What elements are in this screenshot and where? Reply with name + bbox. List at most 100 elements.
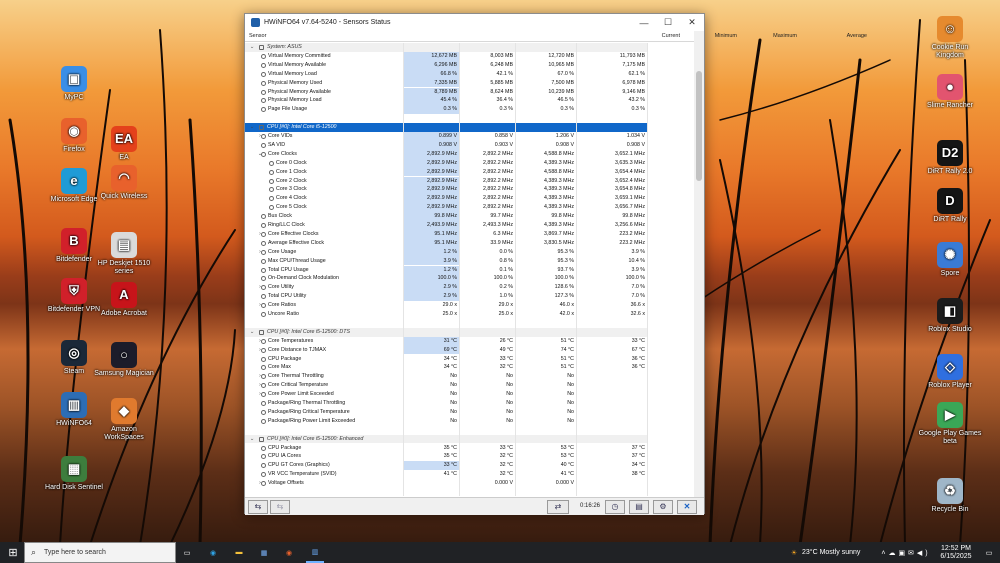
- sensor-gauge-icon: [261, 231, 266, 237]
- spacer-row: [245, 426, 647, 435]
- task-view-icon[interactable]: ▭: [180, 542, 194, 563]
- desktop-icon-label: DiRT Rally: [933, 216, 967, 223]
- maximize-button[interactable]: ☐: [656, 14, 680, 31]
- maximum-value: No: [567, 417, 574, 424]
- maximum-value: 4,389.3 MHz: [543, 159, 574, 166]
- desktop-icon-recycle-bin[interactable]: ♻ Recycle Bin: [918, 478, 982, 514]
- windows-start-icon[interactable]: ⊞: [2, 542, 24, 563]
- settings-icon[interactable]: ⚙: [653, 500, 673, 514]
- desktop-icon-hard-disk-sentinel[interactable]: ▦ Hard Disk Sentinel: [42, 456, 106, 492]
- average-value: 1.034 V: [626, 133, 645, 139]
- current-value: 95.1 MHz: [403, 238, 459, 248]
- clock-time: 12:52 PM: [941, 544, 971, 552]
- scrollbar-thumb[interactable]: [696, 71, 702, 181]
- desktop-icon-google-play-games-beta[interactable]: ▶ Google Play Games beta: [918, 402, 982, 446]
- store-icon[interactable]: ▦: [256, 542, 272, 563]
- network-button[interactable]: ⇄: [547, 500, 569, 514]
- firefox-taskbar-icon[interactable]: ◉: [281, 542, 297, 563]
- file-explorer-icon[interactable]: ▬: [231, 542, 247, 563]
- average-value: [576, 43, 647, 52]
- sensor-gauge-icon: [261, 294, 266, 300]
- weather-text[interactable]: 23°C Mostly sunny: [802, 542, 872, 563]
- desktop-icon-mypc[interactable]: ▣ MyPC: [42, 66, 106, 102]
- sensor-gauge-icon: [261, 142, 266, 148]
- sensor-label: Core 1 Clock: [276, 168, 307, 175]
- desktop-icon-dirt-rally[interactable]: D DiRT Rally: [918, 188, 982, 224]
- hwinfo-taskbar-icon[interactable]: ▥: [306, 542, 324, 563]
- maximum-value: 0.908 V: [555, 141, 574, 148]
- sensor-gauge-icon: [261, 134, 266, 139]
- desktop-icon-cookie-run-kingdom[interactable]: ☺ Cookie Run Kingdom: [918, 16, 982, 60]
- minimum-value: 100.0 %: [493, 275, 513, 282]
- mypc-icon: ▣: [61, 66, 87, 92]
- sensor-label: Core Power Limit Exceeded: [268, 391, 334, 398]
- sensor-gauge-icon: [261, 285, 266, 291]
- current-value: 34 °C: [443, 355, 457, 362]
- maximum-value: 67.0 %: [557, 70, 575, 77]
- desktop-icon-slime-rancher[interactable]: ● Slime Rancher: [918, 74, 982, 110]
- maximum-value: 100.0 %: [554, 275, 574, 282]
- desktop-icon-samsung-magician[interactable]: ○ Samsung Magician: [92, 342, 156, 378]
- vertical-scrollbar[interactable]: [694, 31, 704, 497]
- collapse-chevron-icon[interactable]: ⌄: [249, 328, 255, 337]
- clock-icon[interactable]: ◷: [605, 500, 625, 514]
- col-average-header[interactable]: Average: [847, 33, 867, 39]
- report-icon[interactable]: ▤: [629, 500, 649, 514]
- title-bar[interactable]: HWiNFO64 v7.64-5240 - Sensors Status — ☐…: [245, 14, 704, 31]
- maximum-value: 51 °C: [560, 355, 574, 362]
- average-value: 37 °C: [631, 453, 645, 460]
- clock[interactable]: 12:52 PM 6/15/2025: [936, 542, 976, 563]
- collapse-chevron-icon[interactable]: ⌄: [249, 123, 255, 132]
- dirt-rally-icon: D: [937, 188, 963, 214]
- col-minimum-header[interactable]: Minimum: [715, 33, 737, 39]
- minimize-button[interactable]: —: [632, 14, 656, 31]
- weather-icon: ☀: [790, 549, 798, 557]
- edge-taskbar-icon[interactable]: ◉: [205, 542, 221, 563]
- close-button[interactable]: ✕: [680, 14, 704, 31]
- nav-left-right-button[interactable]: ⇆: [248, 500, 268, 514]
- desktop-icon-ea[interactable]: EA EA: [92, 126, 156, 162]
- sensor-label: Voltage Offsets: [268, 480, 304, 487]
- collapse-chevron-icon[interactable]: ⌄: [249, 43, 255, 52]
- minimum-value: 0.858 V: [494, 133, 513, 139]
- current-value: No: [450, 382, 457, 389]
- samsung-magician-icon: ○: [111, 342, 137, 368]
- sensor-gauge-icon: [261, 240, 266, 246]
- notification-icon[interactable]: ▭: [982, 542, 996, 563]
- minimum-value: 0.2 %: [499, 284, 513, 291]
- taskbar-search-box[interactable]: ⌕ Type here to search: [24, 542, 176, 563]
- average-value: [576, 390, 647, 399]
- spacer-row: [245, 319, 647, 328]
- sensor-label: Core Utility: [268, 284, 294, 291]
- desktop-icon-label: Spore: [940, 270, 960, 277]
- desktop-icon-roblox-player[interactable]: ◇ Roblox Player: [918, 354, 982, 390]
- sensor-gauge-icon: [261, 401, 266, 406]
- desktop-icon-roblox-studio[interactable]: ◧ Roblox Studio: [918, 298, 982, 334]
- col-maximum-header[interactable]: Maximum: [773, 33, 797, 39]
- maximum-value: 1.206 V: [555, 133, 574, 139]
- nav-prev-next-button[interactable]: ⇆: [270, 500, 290, 514]
- sensor-label: CPU Package: [268, 444, 302, 451]
- maximum-value: No: [567, 391, 574, 398]
- col-sensor-header[interactable]: Sensor: [249, 33, 266, 39]
- minimum-value: 36.4 %: [496, 97, 514, 104]
- desktop-icon-hp-deskjet-1510-series[interactable]: ▤ HP Deskjet 1510 series: [92, 232, 156, 276]
- sensor-label: Core VIDs: [268, 133, 293, 139]
- average-value: 43.2 %: [628, 97, 646, 104]
- desktop-icon-amazon-workspaces[interactable]: ◆ Amazon WorkSpaces: [92, 398, 156, 442]
- current-value: 2,892.9 MHz: [403, 176, 459, 186]
- maximum-value: 51 °C: [560, 337, 574, 344]
- system-tray-icons[interactable]: ˄☁▣✉◀): [876, 542, 936, 563]
- maximum-value: 10,965 MB: [548, 61, 574, 68]
- minimum-value: 2,493.3 MHz: [482, 222, 513, 228]
- average-value: 11,793 MB: [619, 52, 645, 59]
- desktop-icon-spore[interactable]: ✺ Spore: [918, 242, 982, 278]
- sensor-label: Physical Memory Load: [268, 97, 322, 104]
- col-current-header[interactable]: Current: [662, 33, 680, 39]
- desktop-icon-adobe-acrobat[interactable]: A Adobe Acrobat: [92, 282, 156, 318]
- desktop-icon-label: DiRT Rally 2.0: [927, 168, 973, 175]
- close-sensors-button[interactable]: ✕: [677, 500, 697, 514]
- collapse-chevron-icon[interactable]: ⌄: [249, 435, 255, 444]
- desktop-icon-dirt-rally-2-0[interactable]: D2 DiRT Rally 2.0: [918, 140, 982, 176]
- desktop-icon-quick-wireless[interactable]: ◠ Quick Wireless: [92, 165, 156, 201]
